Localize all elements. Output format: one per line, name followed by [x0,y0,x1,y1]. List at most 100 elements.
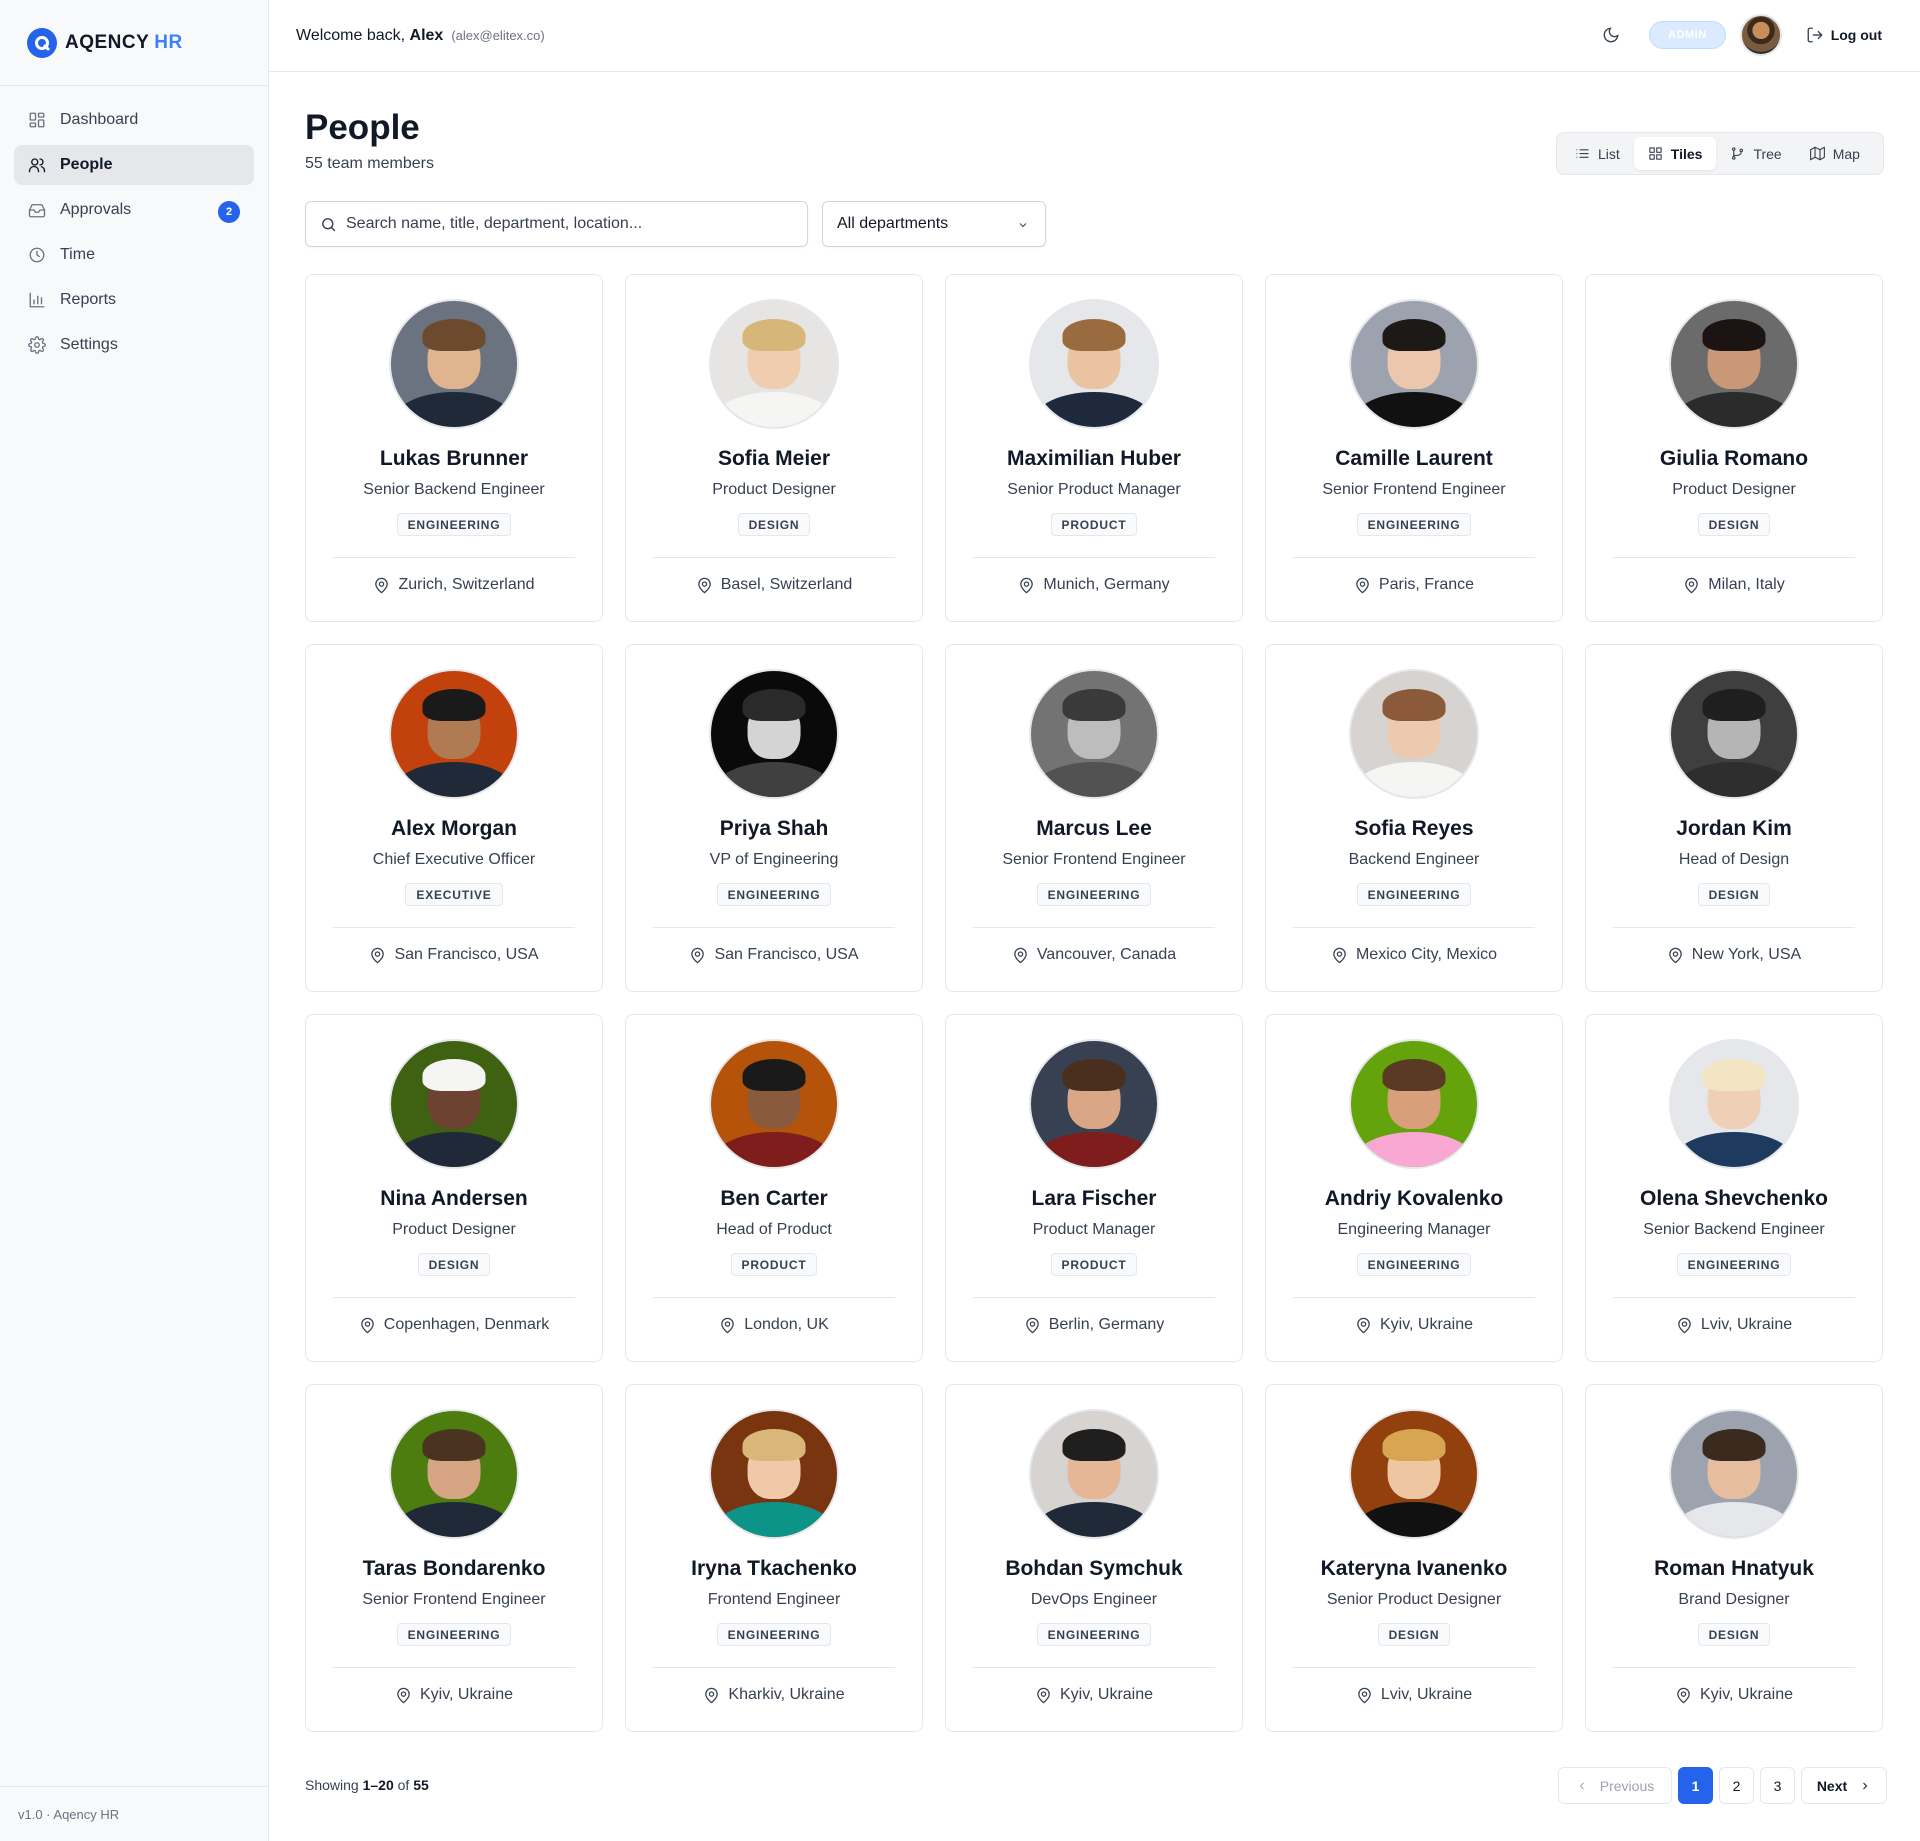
person-card[interactable]: Roman Hnatyuk Brand Designer DESIGN Kyiv, U… [1585,1384,1883,1732]
person-card[interactable]: Olena Shevchenko Senior Backend Engineer E… [1585,1014,1883,1362]
avatar [1029,1039,1159,1169]
avatar-hair [1382,688,1446,722]
location-label: Vancouver, Canada [1036,946,1177,963]
view-list-button[interactable]: List [1561,137,1634,170]
avatar [1029,299,1159,429]
person-card[interactable]: Lukas Brunner Senior Backend Engineer ENGI… [305,274,603,622]
sidebar-item-settings[interactable]: Settings [14,325,254,365]
department-badge: DESIGN [737,513,811,536]
person-name: Giulia Romano [1659,447,1809,470]
card-divider [973,557,1215,558]
department-badge: ENGINEERING [396,1623,512,1646]
location-pin-icon [691,947,705,963]
person-card[interactable]: Bohdan Symchuk DevOps Engineer ENGINEERING… [945,1384,1243,1732]
page-button-2[interactable]: 2 [1719,1767,1754,1804]
person-card[interactable]: Maximilian Huber Senior Product Manager PR… [945,274,1243,622]
next-page-button[interactable]: Next [1801,1767,1887,1804]
avatar[interactable] [1739,14,1782,56]
sidebar-item-time[interactable]: Time [14,235,254,275]
previous-page-button[interactable]: Previous [1558,1767,1672,1804]
person-card[interactable]: Sofia Meier Product Designer DESIGN Basel, … [625,274,923,622]
person-card[interactable]: Lara Fischer Product Manager PRODUCT Berlin… [945,1014,1243,1362]
location-label: San Francisco, USA [394,946,539,963]
person-card[interactable]: Iryna Tkachenko Frontend Engineer ENGINEER… [625,1384,923,1732]
location-label: Copenhagen, Denmark [383,1316,550,1333]
location-label: Kyiv, Ukraine [1059,1686,1154,1703]
tree-icon [1732,147,1744,160]
avatar-hair [422,1058,486,1092]
person-name: Andriy Kovalenko [1324,1187,1504,1210]
pagination-summary: Showing 1–20 of 55 [305,1777,429,1793]
showing-of: of [397,1777,410,1793]
page-button-3[interactable]: 3 [1760,1767,1795,1804]
person-card[interactable]: Priya Shah VP of Engineering ENGINEERING Sa… [625,644,923,992]
sidebar-item-reports[interactable]: Reports [14,280,254,320]
brand[interactable]: AQENCY HR [0,0,268,86]
theme-toggle-button[interactable] [1595,19,1627,51]
person-name: Nina Andersen [380,1187,528,1210]
person-card[interactable]: Alex Morgan Chief Executive Officer EXECUT… [305,644,603,992]
view-tiles-button[interactable]: Tiles [1633,137,1717,170]
department-badge: ENGINEERING [1036,883,1152,906]
person-location: Milan, Italy [1586,571,1882,599]
card-divider [1293,1667,1535,1668]
avatar-shoulders [1033,391,1155,427]
location-pin-icon [1357,1317,1370,1333]
dashboard-icon [28,111,46,129]
sidebar-item-approvals[interactable]: Approvals 2 [14,190,254,230]
avatar [1669,1409,1799,1539]
location-pin-icon [397,1687,410,1703]
card-divider [653,1667,895,1668]
avatar-hair [1382,1058,1446,1092]
sidebar-item-dashboard[interactable]: Dashboard [14,100,254,140]
person-title: Brand Designer [1678,1591,1790,1608]
person-title: Senior Frontend Engineer [1322,481,1506,498]
app-version: v1.0 · Aqency HR [0,1786,268,1841]
card-divider [333,927,575,928]
avatar [389,299,519,429]
person-title: Senior Product Designer [1326,1591,1502,1608]
avatar-shoulders [713,391,835,427]
avatar [709,299,839,429]
department-badge: DESIGN [1697,1623,1771,1646]
person-name: Priya Shah [719,817,829,840]
person-card[interactable]: Marcus Lee Senior Frontend Engineer ENGINE… [945,644,1243,992]
department-badge: PRODUCT [1050,1253,1138,1276]
avatar-hair [1382,1428,1446,1462]
department-badge: ENGINEERING [716,883,832,906]
person-title: Senior Product Manager [1007,481,1181,498]
search-input[interactable] [346,215,786,233]
view-tree-button[interactable]: Tree [1716,137,1795,170]
avatar-shoulders [713,761,835,797]
person-name: Camille Laurent [1335,447,1493,470]
person-card[interactable]: Kateryna Ivanenko Senior Product Designer… [1265,1384,1563,1732]
person-card[interactable]: Taras Bondarenko Senior Frontend Engineer… [305,1384,603,1732]
card-divider [973,927,1215,928]
person-card[interactable]: Ben Carter Head of Product PRODUCT London, … [625,1014,923,1362]
person-card[interactable]: Camille Laurent Senior Frontend Engineer E… [1265,274,1563,622]
list-icon [1576,149,1589,158]
person-location: Berlin, Germany [946,1311,1242,1339]
logout-button[interactable]: Log out [1806,26,1882,44]
previous-label: Previous [1599,1777,1655,1794]
person-card[interactable]: Andriy Kovalenko Engineering Manager ENGIN… [1265,1014,1563,1362]
person-name: Bohdan Symchuk [1005,1557,1183,1580]
person-card[interactable]: Sofia Reyes Backend Engineer ENGINEERING Me… [1265,644,1563,992]
person-card[interactable]: Nina Andersen Product Designer DESIGN Copen… [305,1014,603,1362]
view-map-button[interactable]: Map [1796,137,1874,170]
sidebar-item-people[interactable]: People [14,145,254,185]
department-select[interactable]: All departments [822,201,1046,247]
avatar [1669,1039,1799,1169]
sidebar-item-label: People [60,156,113,173]
person-title: Head of Design [1678,851,1790,868]
location-label: Kyiv, Ukraine [1379,1316,1474,1333]
gear-icon [28,336,46,354]
location-pin-icon [1678,1317,1691,1333]
page-button-1[interactable]: 1 [1678,1767,1713,1804]
avatar-hair [1062,1428,1126,1462]
card-divider [973,1667,1215,1668]
person-card[interactable]: Jordan Kim Head of Design DESIGN New York, … [1585,644,1883,992]
approvals-count-badge: 2 [218,201,240,223]
person-card[interactable]: Giulia Romano Product Designer DESIGN Milan… [1585,274,1883,622]
location-label: Lviv, Ukraine [1700,1316,1793,1333]
